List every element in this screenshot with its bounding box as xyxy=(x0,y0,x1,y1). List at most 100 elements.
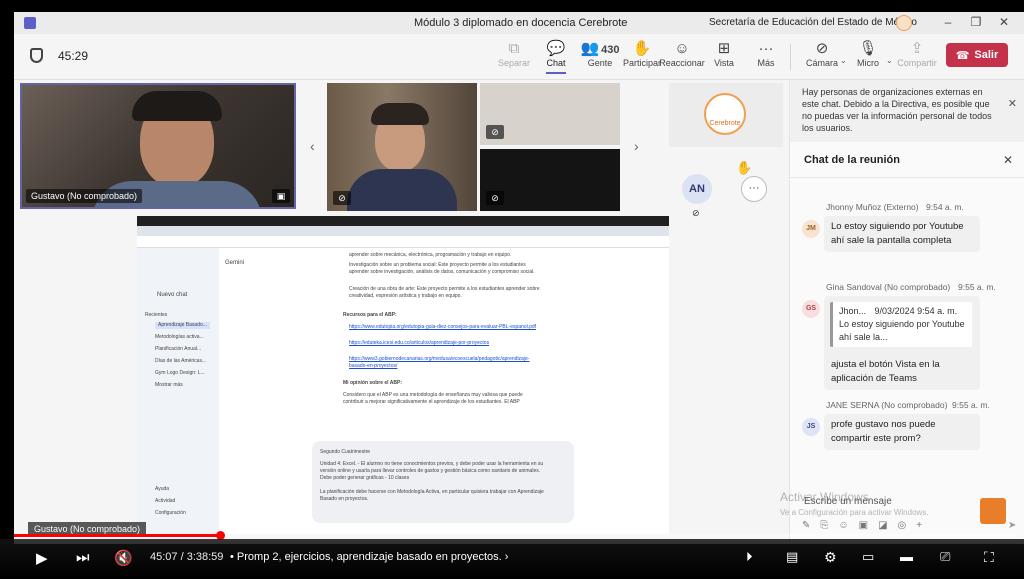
org-name[interactable]: Secretaría de Educación del Estado de Mé… xyxy=(709,17,917,28)
org-logo-text: Cerebrote xyxy=(709,120,741,127)
autoplay-toggle[interactable]: ⏵ xyxy=(746,549,753,565)
avatar-gs[interactable]: GS xyxy=(802,300,820,318)
restore-icon[interactable]: ❐ xyxy=(966,15,986,29)
prev-page-icon[interactable]: ‹ xyxy=(310,138,315,154)
close-window-icon[interactable]: ✕ xyxy=(994,15,1014,29)
play-icon[interactable]: ▶ xyxy=(36,549,48,567)
shared-browser-tabs xyxy=(137,226,669,236)
mic-chevron-icon[interactable]: ⌄ xyxy=(886,56,893,65)
minimize-icon[interactable]: – xyxy=(938,15,958,29)
teams-logo-icon xyxy=(24,17,36,29)
screen-share[interactable]: Nuevo chat Recientes Aprendizaje Basado.… xyxy=(137,216,669,534)
more-label: Más xyxy=(757,58,775,68)
video-progress-fill xyxy=(14,534,221,537)
view-button[interactable]: ⊞ Vista xyxy=(702,40,746,68)
view-label: Vista xyxy=(714,58,734,68)
react-label: Reaccionar xyxy=(659,58,705,68)
chapter-text: Promp 2, ejercicios, aprendizaje basado … xyxy=(236,551,502,563)
camera-button[interactable]: ⊘ Cámara xyxy=(800,40,844,68)
separate-button[interactable]: ⧉ Separar xyxy=(492,40,536,68)
recent-item: Gym Logo Design: L... xyxy=(155,370,205,376)
window-title: Módulo 3 diplomado en docencia Cerebrote xyxy=(414,17,628,29)
shared-taskbar xyxy=(137,216,669,226)
settings-gear-icon[interactable]: ⚙ xyxy=(824,549,837,566)
external-org-notice: Hay personas de organizaciones externas … xyxy=(790,80,1024,142)
fullscreen-icon[interactable]: ⛶ xyxy=(984,549,994,566)
miniplayer-icon[interactable]: ▭ xyxy=(862,549,874,565)
subtitles-icon[interactable]: ▤ xyxy=(786,549,798,565)
message-time: 9:54 a. m. xyxy=(926,202,964,212)
message-author: Jhonny Muñoz (Externo) xyxy=(826,202,919,212)
muted-volume-icon[interactable]: 🔇 xyxy=(114,549,133,567)
next-video-icon[interactable]: ⏭ xyxy=(76,549,90,566)
format-icon[interactable]: ✎ xyxy=(802,520,820,531)
teams-window: Módulo 3 diplomado en docencia Cerebrote… xyxy=(14,12,1024,544)
close-chat-icon[interactable]: ✕ xyxy=(1003,153,1013,167)
participant-tile[interactable]: ⊘ xyxy=(327,83,477,211)
participant-shirt xyxy=(347,169,457,211)
message-time: 9:55 a. m. xyxy=(952,400,990,410)
participant-tile-3[interactable]: ⊘ xyxy=(480,149,620,211)
more-participants-button[interactable]: ··· xyxy=(741,176,767,202)
cast-icon[interactable]: ⎚ xyxy=(940,549,950,565)
share-button[interactable]: ⇪ Compartir xyxy=(894,40,940,68)
screen-share-icon: ▣ xyxy=(272,189,290,203)
chat-message-bubble[interactable]: profe gustavo nos puede compartir este p… xyxy=(824,414,980,450)
notice-close-icon[interactable]: ✕ xyxy=(1008,98,1017,110)
separate-label: Separar xyxy=(497,58,531,68)
recent-item: Planificación Anual... xyxy=(155,346,202,352)
new-chat-button: Nuevo chat xyxy=(157,292,188,298)
mic-muted-icon-2: ⊘ xyxy=(486,125,504,139)
avatar-js[interactable]: JS xyxy=(802,418,820,436)
chat-button[interactable]: 💬 Chat xyxy=(534,40,578,74)
mic-label: Micro xyxy=(857,58,879,68)
cerebrote-logo: Cerebrote xyxy=(704,93,746,135)
mic-muted-icon: ⊘ xyxy=(333,191,351,205)
raised-hand-icon: ✋ xyxy=(736,160,753,175)
chat-message-bubble[interactable]: Jhon... 9/03/2024 9:54 a. m. Lo estoy si… xyxy=(824,296,980,390)
main-speaker-tile[interactable]: Gustavo (No comprobado) ▣ xyxy=(20,83,296,209)
gif-icon[interactable]: ▣ xyxy=(859,520,878,531)
sticker-icon[interactable]: ◪ xyxy=(878,520,897,531)
leave-label: Salir xyxy=(974,49,999,61)
settings-item: Configuración xyxy=(155,510,186,516)
chat-header: Chat de la reunión ✕ xyxy=(790,142,1024,178)
prompt-title: Segundo Cuatrimestre xyxy=(320,449,371,455)
loop-icon[interactable]: ◎ xyxy=(898,520,917,531)
more-compose-icon[interactable]: + xyxy=(916,520,932,531)
account-avatar[interactable] xyxy=(896,15,912,31)
an-mic-muted-icon: ⊘ xyxy=(692,208,700,218)
react-button[interactable]: ☺ Reaccionar xyxy=(658,40,706,68)
message-text: profe gustavo nos puede compartir este p… xyxy=(831,419,936,444)
chapter-title[interactable]: • Promp 2, ejercicios, aprendizaje basad… xyxy=(230,551,508,563)
participant-avatar-an[interactable]: AN xyxy=(682,174,712,204)
people-button[interactable]: 👥 430 Gente xyxy=(576,40,624,68)
gemini-title: Gemini xyxy=(225,260,245,266)
org-tile[interactable]: Cerebrote xyxy=(669,83,783,147)
chat-message-bubble[interactable]: Lo estoy siguiendo por Youtube ahí sale … xyxy=(824,216,980,252)
theater-mode-icon[interactable]: ▬ xyxy=(900,549,913,564)
emoji-icon[interactable]: ☺ xyxy=(838,520,858,531)
mic-button[interactable]: 🎙 Micro xyxy=(846,40,890,68)
more-button[interactable]: ··· Más xyxy=(744,40,788,68)
send-icon[interactable]: ➤ xyxy=(1008,520,1016,531)
participant-tile-2[interactable]: ⊘ xyxy=(480,83,620,145)
attach-icon[interactable]: ⎘ xyxy=(820,520,838,531)
recent-heading: Recientes xyxy=(145,312,168,318)
message-text: Lo estoy siguiendo por Youtube ahí sale … xyxy=(831,221,964,246)
bullet-text: Investigación sobre un problema social: … xyxy=(349,262,535,275)
leave-button[interactable]: ☎ Salir xyxy=(946,43,1008,67)
phone-icon: ☎ xyxy=(955,49,970,62)
prompt-text-2: La planificación debe hacerse con Metodo… xyxy=(320,489,544,502)
activation-watermark: Activar Windows xyxy=(780,490,869,504)
opinion-title: Mi opinión sobre el ABP: xyxy=(343,380,402,386)
resources-title: Recursos para el ABP: xyxy=(343,312,397,318)
next-page-icon[interactable]: › xyxy=(634,138,639,154)
avatar-jm[interactable]: JM xyxy=(802,220,820,238)
people-icon-wrap: 👥 430 xyxy=(576,40,624,58)
message-time: 9:55 a. m. xyxy=(958,282,996,292)
quoted-message[interactable]: Jhon... 9/03/2024 9:54 a. m. Lo estoy si… xyxy=(830,302,972,347)
corner-logo xyxy=(980,498,1006,524)
video-progress-bar[interactable] xyxy=(14,531,1016,540)
help-item: Ayuda xyxy=(155,486,170,492)
